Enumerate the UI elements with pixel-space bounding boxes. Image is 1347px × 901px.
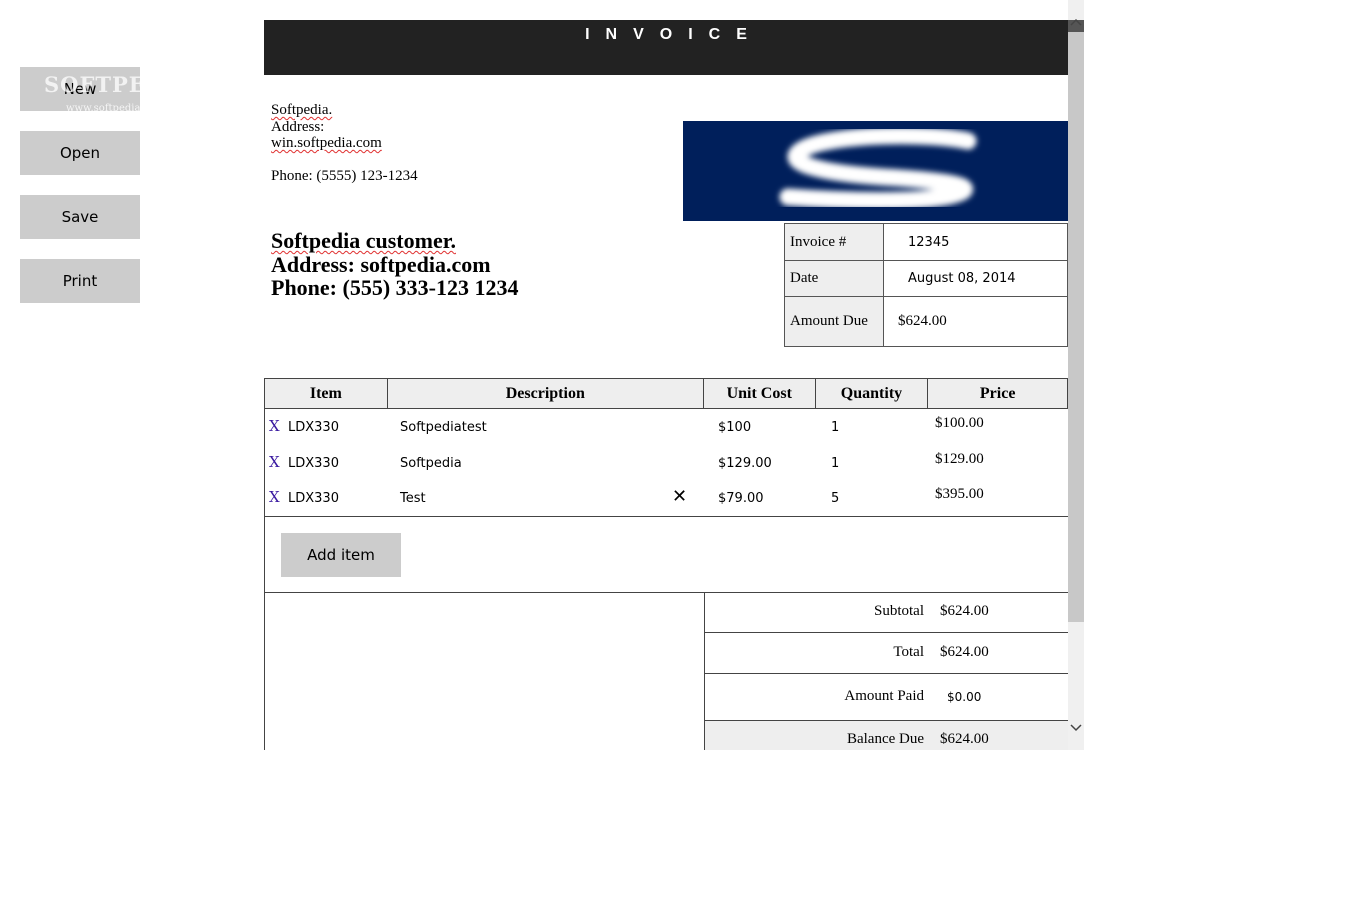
add-item-button[interactable]: Add item [281, 533, 401, 577]
print-button[interactable]: Print [20, 259, 140, 303]
items-table-body: X LDX330 Softpediatest $100 1 $100.00 X … [264, 409, 1068, 517]
column-price: Price [979, 384, 1016, 402]
delete-row-icon[interactable]: X [269, 488, 280, 506]
description-field[interactable]: Softpedia [400, 456, 462, 471]
company-logo[interactable] [683, 121, 1068, 221]
amount-due-label: Amount Due [784, 296, 884, 347]
customer-name: Softpedia customer. [271, 228, 456, 253]
softpedia-watermark: SOFTPEDIA [44, 72, 194, 97]
unit-cost-field[interactable]: $129.00 [718, 456, 772, 471]
invoice-meta-table: Invoice # 12345 Date August 08, 2014 Amo… [784, 223, 1068, 347]
description-field[interactable]: Test [400, 491, 426, 506]
total-label: Total [893, 644, 924, 660]
column-unit-cost: Unit Cost [704, 379, 816, 408]
subtotal-row: Subtotal $624.00 [704, 593, 1068, 633]
chevron-down-icon[interactable] [1068, 720, 1084, 736]
customer-info[interactable]: Softpedia customer. Address: softpedia.c… [271, 229, 551, 300]
price-value: $395.00 [935, 486, 984, 502]
items-table-header: Item Description Unit Cost Quantity Pric… [264, 378, 1068, 409]
company-info[interactable]: Softpedia. Address: win.softpedia.com Ph… [271, 102, 418, 184]
quantity-field[interactable]: 1 [831, 456, 839, 471]
amount-due-value: $624.00 [883, 296, 1068, 347]
company-phone: Phone: (5555) 123-1234 [271, 167, 418, 184]
vertical-scrollbar[interactable] [1068, 0, 1084, 750]
softpedia-watermark-url: www.softpedia.com [66, 103, 165, 114]
price-value: $100.00 [935, 415, 984, 431]
price-value: $129.00 [935, 451, 984, 467]
company-address: Address: [271, 118, 325, 135]
amount-paid-label: Amount Paid [844, 688, 924, 704]
column-quantity: Quantity [816, 379, 929, 408]
column-description: Description [388, 379, 704, 408]
description-field[interactable]: Softpediatest [400, 420, 487, 435]
customer-phone: Phone: (555) 333-123 1234 [271, 275, 519, 300]
totals-panel: Subtotal $624.00 Total $624.00 Amount Pa… [704, 593, 1068, 750]
subtotal-value: $624.00 [940, 603, 989, 619]
invoice-number-field[interactable]: 12345 [883, 223, 1068, 261]
logo-s-icon [779, 127, 977, 209]
delete-row-icon[interactable]: X [269, 417, 280, 435]
column-item: Item [265, 379, 388, 408]
balance-due-row: Balance Due $624.00 [704, 721, 1068, 750]
date-label: Date [784, 260, 884, 297]
scroll-thumb[interactable] [1068, 32, 1084, 622]
save-button[interactable]: Save [20, 195, 140, 239]
quantity-field[interactable]: 5 [831, 491, 839, 506]
balance-due-value: $624.00 [940, 731, 989, 747]
unit-cost-field[interactable]: $79.00 [718, 491, 764, 506]
company-name: Softpedia. [271, 102, 333, 118]
customer-address: Address: softpedia.com [271, 251, 491, 277]
notes-area[interactable] [264, 593, 705, 750]
total-value: $624.00 [940, 644, 989, 660]
invoice-number-label: Invoice # [784, 223, 884, 261]
amount-paid-field[interactable]: $0.00 [947, 690, 981, 704]
quantity-field[interactable]: 1 [831, 420, 839, 435]
item-field[interactable]: LDX330 [288, 491, 339, 506]
item-field[interactable]: LDX330 [288, 420, 339, 435]
subtotal-label: Subtotal [873, 603, 924, 619]
delete-row-icon[interactable]: X [269, 453, 280, 471]
chevron-up-icon[interactable] [1068, 14, 1084, 30]
invoice-document: INVOICE Softpedia. Address: win.softpedi… [264, 0, 1068, 750]
total-row: Total $624.00 [704, 633, 1068, 674]
open-button[interactable]: Open [20, 131, 140, 175]
invoice-title: INVOICE [585, 26, 763, 43]
balance-due-label: Balance Due [846, 731, 924, 747]
clear-text-icon[interactable]: ✕ [672, 486, 687, 507]
add-item-area: Add item [264, 517, 1068, 593]
amount-paid-row: Amount Paid $0.00 [704, 674, 1068, 721]
item-field[interactable]: LDX330 [288, 456, 339, 471]
unit-cost-field[interactable]: $100 [718, 420, 751, 435]
company-website: win.softpedia.com [271, 135, 382, 151]
date-field[interactable]: August 08, 2014 [883, 260, 1068, 297]
